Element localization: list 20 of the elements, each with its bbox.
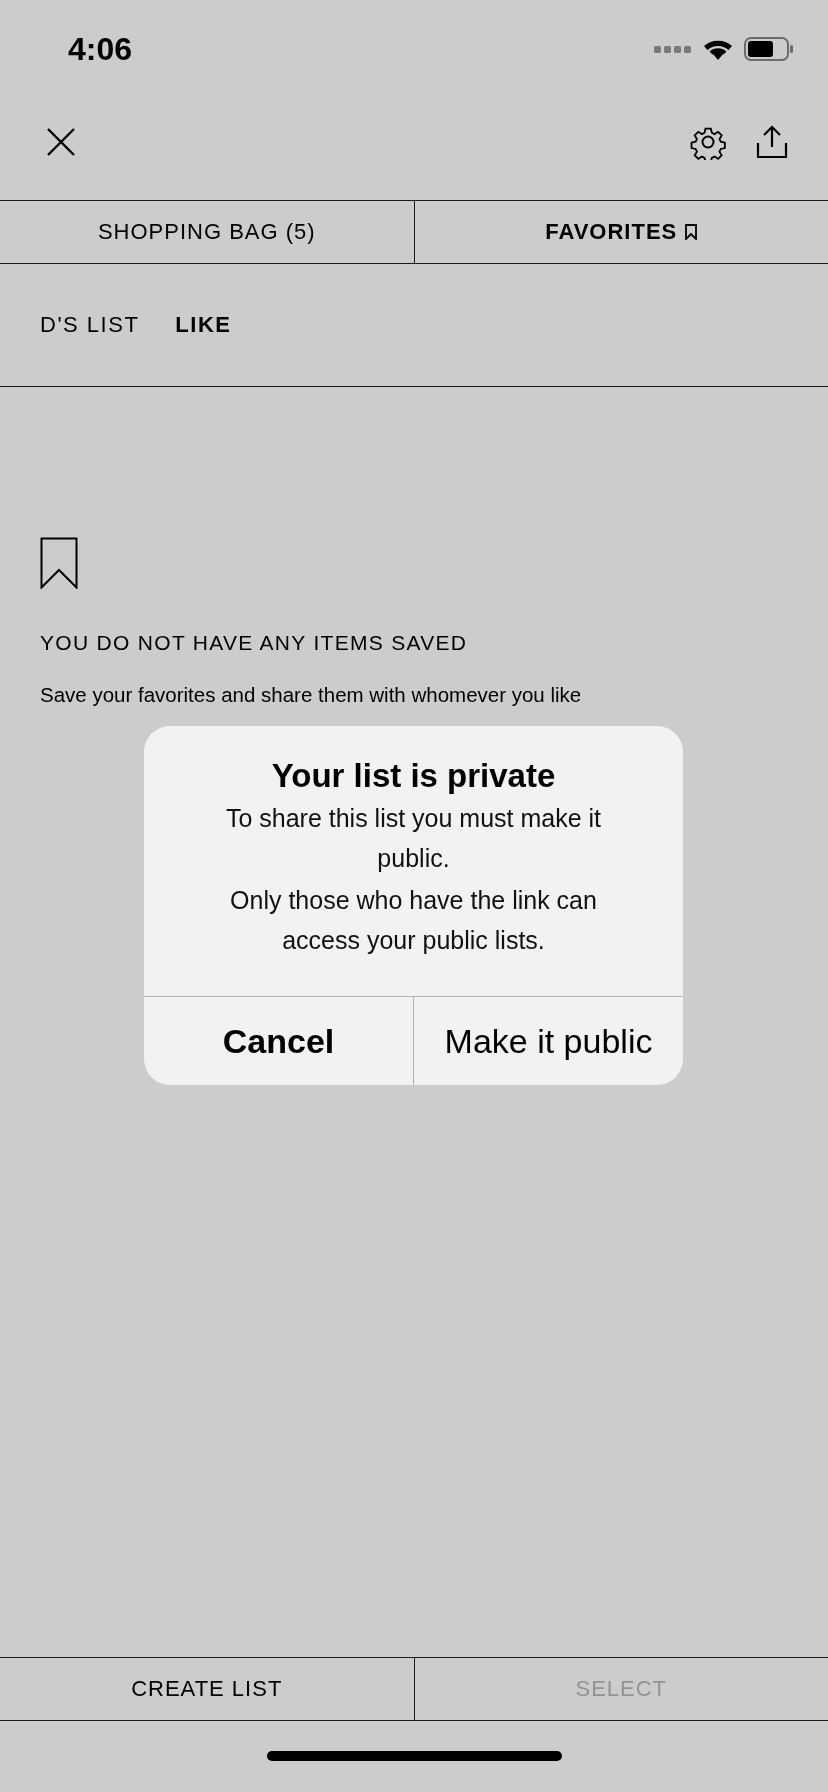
tab[interactable]: FAVORITES	[413, 201, 828, 263]
empty-title: YOU DO NOT HAVE ANY ITEMS SAVED	[40, 631, 468, 655]
bookmark-icon	[40, 537, 78, 589]
dialog-message: To share this list you must make it public.	[224, 803, 603, 874]
list-tab[interactable]: D'S LIST	[40, 312, 140, 338]
close-icon[interactable]	[46, 127, 76, 157]
home-indicator[interactable]	[266, 1750, 562, 1761]
signal-icon	[654, 44, 692, 54]
share-icon[interactable]	[756, 125, 788, 159]
status-time: 4:06	[68, 30, 133, 68]
bookmark-icon	[685, 224, 698, 240]
list-tab[interactable]: LIKE	[175, 312, 232, 338]
tab[interactable]: SHOPPING BAG (5)	[0, 201, 414, 263]
dialog-title: Your list is private	[271, 756, 556, 796]
battery-icon	[744, 37, 794, 61]
empty-message: Save your favorites and share them with whomever you like	[40, 683, 582, 707]
dialog-message: Only those who have the link can access your public lists.	[229, 885, 598, 956]
create-list-button[interactable]: CREATE LIST	[0, 1658, 414, 1720]
cancel-button[interactable]: Cancel	[144, 997, 413, 1085]
confirm-button[interactable]: Make it public	[413, 997, 683, 1085]
